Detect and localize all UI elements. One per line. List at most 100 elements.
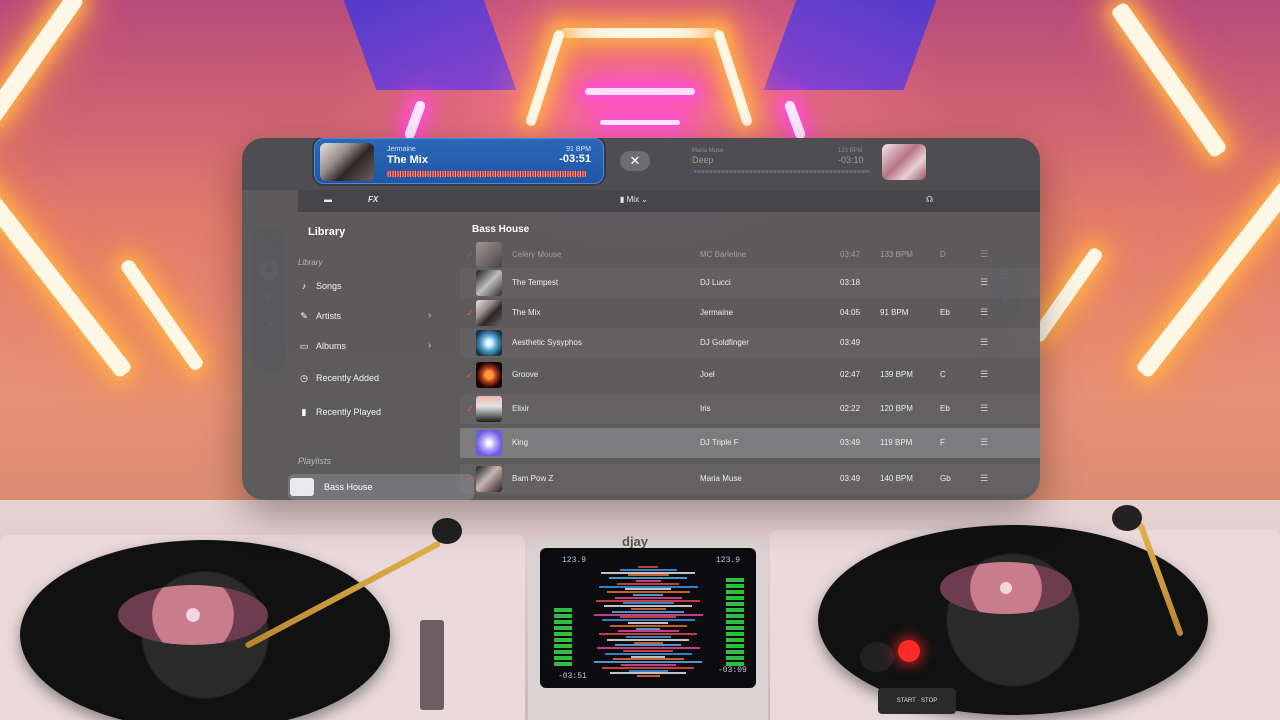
table-row[interactable]: ✓ Groove Joel 02:47 139 BPM C ☰ [460, 360, 1040, 390]
waveform-stripe [596, 599, 700, 602]
chevron-right-icon: › [428, 310, 432, 321]
track-list: Bass House ✓ Celery Mouse MC Barletine 03:4… [460, 212, 1040, 500]
mic-icon: ✎ [300, 311, 308, 321]
checkmark-icon: ✓ [466, 308, 474, 318]
track-title: Bam Pow Z [512, 474, 554, 483]
waveform-stripe [604, 652, 692, 655]
sidebar-item-recently-added[interactable]: ◷ Recently Added [298, 368, 379, 388]
mix-label: Mix [626, 195, 640, 204]
waveform-stripe [596, 647, 700, 650]
deck-b-artwork[interactable] [882, 144, 926, 180]
library-icon[interactable]: ▬ [324, 195, 332, 204]
track-artwork [476, 242, 502, 268]
sidebar-item-artists[interactable]: ✎ Artists [298, 306, 341, 326]
track-artist: DJ Lucci [700, 278, 731, 287]
waveform-stripe [620, 664, 676, 666]
row-menu-icon[interactable]: ☰ [980, 369, 988, 380]
waveform-stripe [635, 580, 661, 582]
table-row[interactable]: ✓ The Mix Jermaine 04:05 91 BPM Eb ☰ [460, 298, 1040, 328]
waveform-stripe [601, 571, 695, 574]
checkmark-icon: ✓ [466, 404, 474, 414]
left-time-readout: -03:51 [558, 672, 587, 681]
neon-strip [783, 99, 807, 141]
neon-strip [1110, 1, 1228, 159]
neon-strip [403, 99, 427, 141]
track-bpm: 91 BPM [880, 308, 909, 317]
track-artist: Iris [700, 404, 711, 413]
mixer-screen: 123.9 123.9 -03:51 -03:09 [540, 548, 756, 688]
row-menu-icon[interactable]: ☰ [980, 307, 988, 318]
waveform-stripe [617, 582, 679, 585]
neon-strip [1134, 170, 1280, 380]
toolbar: ▬ FX ▮ Mix ⌄ ☊ [298, 190, 1040, 212]
table-row[interactable]: ✓ Elixir Iris 02:22 120 BPM Eb ☰ [460, 394, 1040, 424]
track-title: Elixir [512, 404, 530, 413]
waveform-stripe [633, 594, 663, 596]
waveform-stripe [628, 669, 668, 672]
track-duration: 02:22 [840, 404, 861, 413]
row-menu-icon[interactable]: ☰ [980, 249, 988, 260]
waveform-stripe [602, 666, 694, 669]
sidebar-item-songs[interactable]: ♪ Songs [298, 276, 342, 296]
waveform-stripe [631, 655, 665, 658]
track-artist: Jermaine [700, 308, 733, 317]
neon-strip [600, 120, 680, 125]
waveform-stripe [625, 588, 671, 591]
track-duration: 04:05 [840, 308, 861, 317]
table-row[interactable]: ✓ Celery Mouse MC Barletine 03:47 133 BPM D ☰ [460, 240, 1040, 270]
chevron-right-icon: › [428, 340, 432, 351]
chevron-down-icon: ⌄ [639, 195, 649, 204]
right-tonearm-pivot [1112, 505, 1142, 531]
neon-strip [0, 170, 134, 380]
waveform-stripe [622, 602, 674, 605]
track-title: Groove [512, 370, 539, 379]
waveform-stripe [633, 641, 663, 644]
fx-button[interactable]: FX [368, 195, 378, 204]
deck-a-artwork [320, 143, 374, 181]
row-menu-icon[interactable]: ☰ [980, 437, 988, 448]
row-menu-icon[interactable]: ☰ [980, 473, 988, 484]
table-row[interactable]: The Tempest DJ Lucci 03:18 ☰ [460, 268, 1040, 298]
sidebar-item-albums[interactable]: ▭ Albums [298, 336, 346, 356]
track-bpm: 120 BPM [880, 404, 913, 413]
waveform-stripe [609, 577, 687, 580]
checkmark-icon: ✓ [466, 370, 474, 380]
sidebar-item-bass-house[interactable]: Bass House [288, 474, 474, 500]
track-key: Eb [940, 404, 950, 413]
table-row[interactable]: ✓ King DJ Triple F 03:49 119 BPM F ☰ [460, 428, 1040, 458]
deck-a-time: -03:51 [559, 153, 591, 165]
table-row[interactable]: Aesthetic Sysyphos DJ Goldfinger 03:49 ☰ [460, 328, 1040, 358]
deck-a-bpm: 91 BPM [566, 146, 591, 153]
row-menu-icon[interactable]: ☰ [980, 403, 988, 414]
track-title: Aesthetic Sysyphos [512, 338, 582, 347]
track-title: King [512, 438, 529, 447]
track-title: The Tempest [512, 278, 559, 287]
table-row[interactable]: ✓ Bam Pow Z Maria Muse 03:49 140 BPM Gb ☰ [460, 464, 1040, 494]
neon-strip [712, 28, 754, 128]
library-sidebar: Library Library ♪ Songs ✎ Artists › ▭ Album… [288, 212, 474, 500]
track-artwork [476, 466, 502, 492]
row-menu-icon[interactable]: ☰ [980, 337, 988, 348]
headphones-icon[interactable]: ☊ [926, 195, 933, 204]
sidebar-item-label: Bass House [324, 482, 373, 492]
waveform-stripe [606, 591, 690, 594]
mix-dropdown[interactable]: ▮ Mix ⌄ [620, 195, 648, 204]
deck-a-artist: Jermaine [387, 146, 416, 153]
track-duration: 03:49 [840, 338, 861, 347]
sidebar-section-playlists: Playlists [298, 456, 332, 466]
close-icon[interactable]: ✕ [620, 151, 650, 171]
sidebar-item-label: Recently Played [316, 407, 382, 417]
track-artwork [476, 430, 502, 456]
playlist-thumbnail [290, 478, 314, 496]
row-menu-icon[interactable]: ☰ [980, 277, 988, 288]
waveform-stripe [593, 613, 703, 616]
track-title: Celery Mouse [512, 250, 562, 259]
track-title: The Mix [512, 308, 541, 317]
track-key: C [940, 370, 946, 379]
sidebar-item-recently-played[interactable]: ▮ Recently Played [298, 402, 382, 422]
right-knob[interactable] [860, 642, 894, 672]
deck-a-now-playing[interactable]: Jermaine The Mix 91 BPM -03:51 [314, 138, 604, 184]
neon-strip [118, 257, 206, 373]
left-pitch-fader[interactable] [420, 620, 444, 710]
start-stop-button[interactable]: START · STOP [878, 688, 956, 714]
